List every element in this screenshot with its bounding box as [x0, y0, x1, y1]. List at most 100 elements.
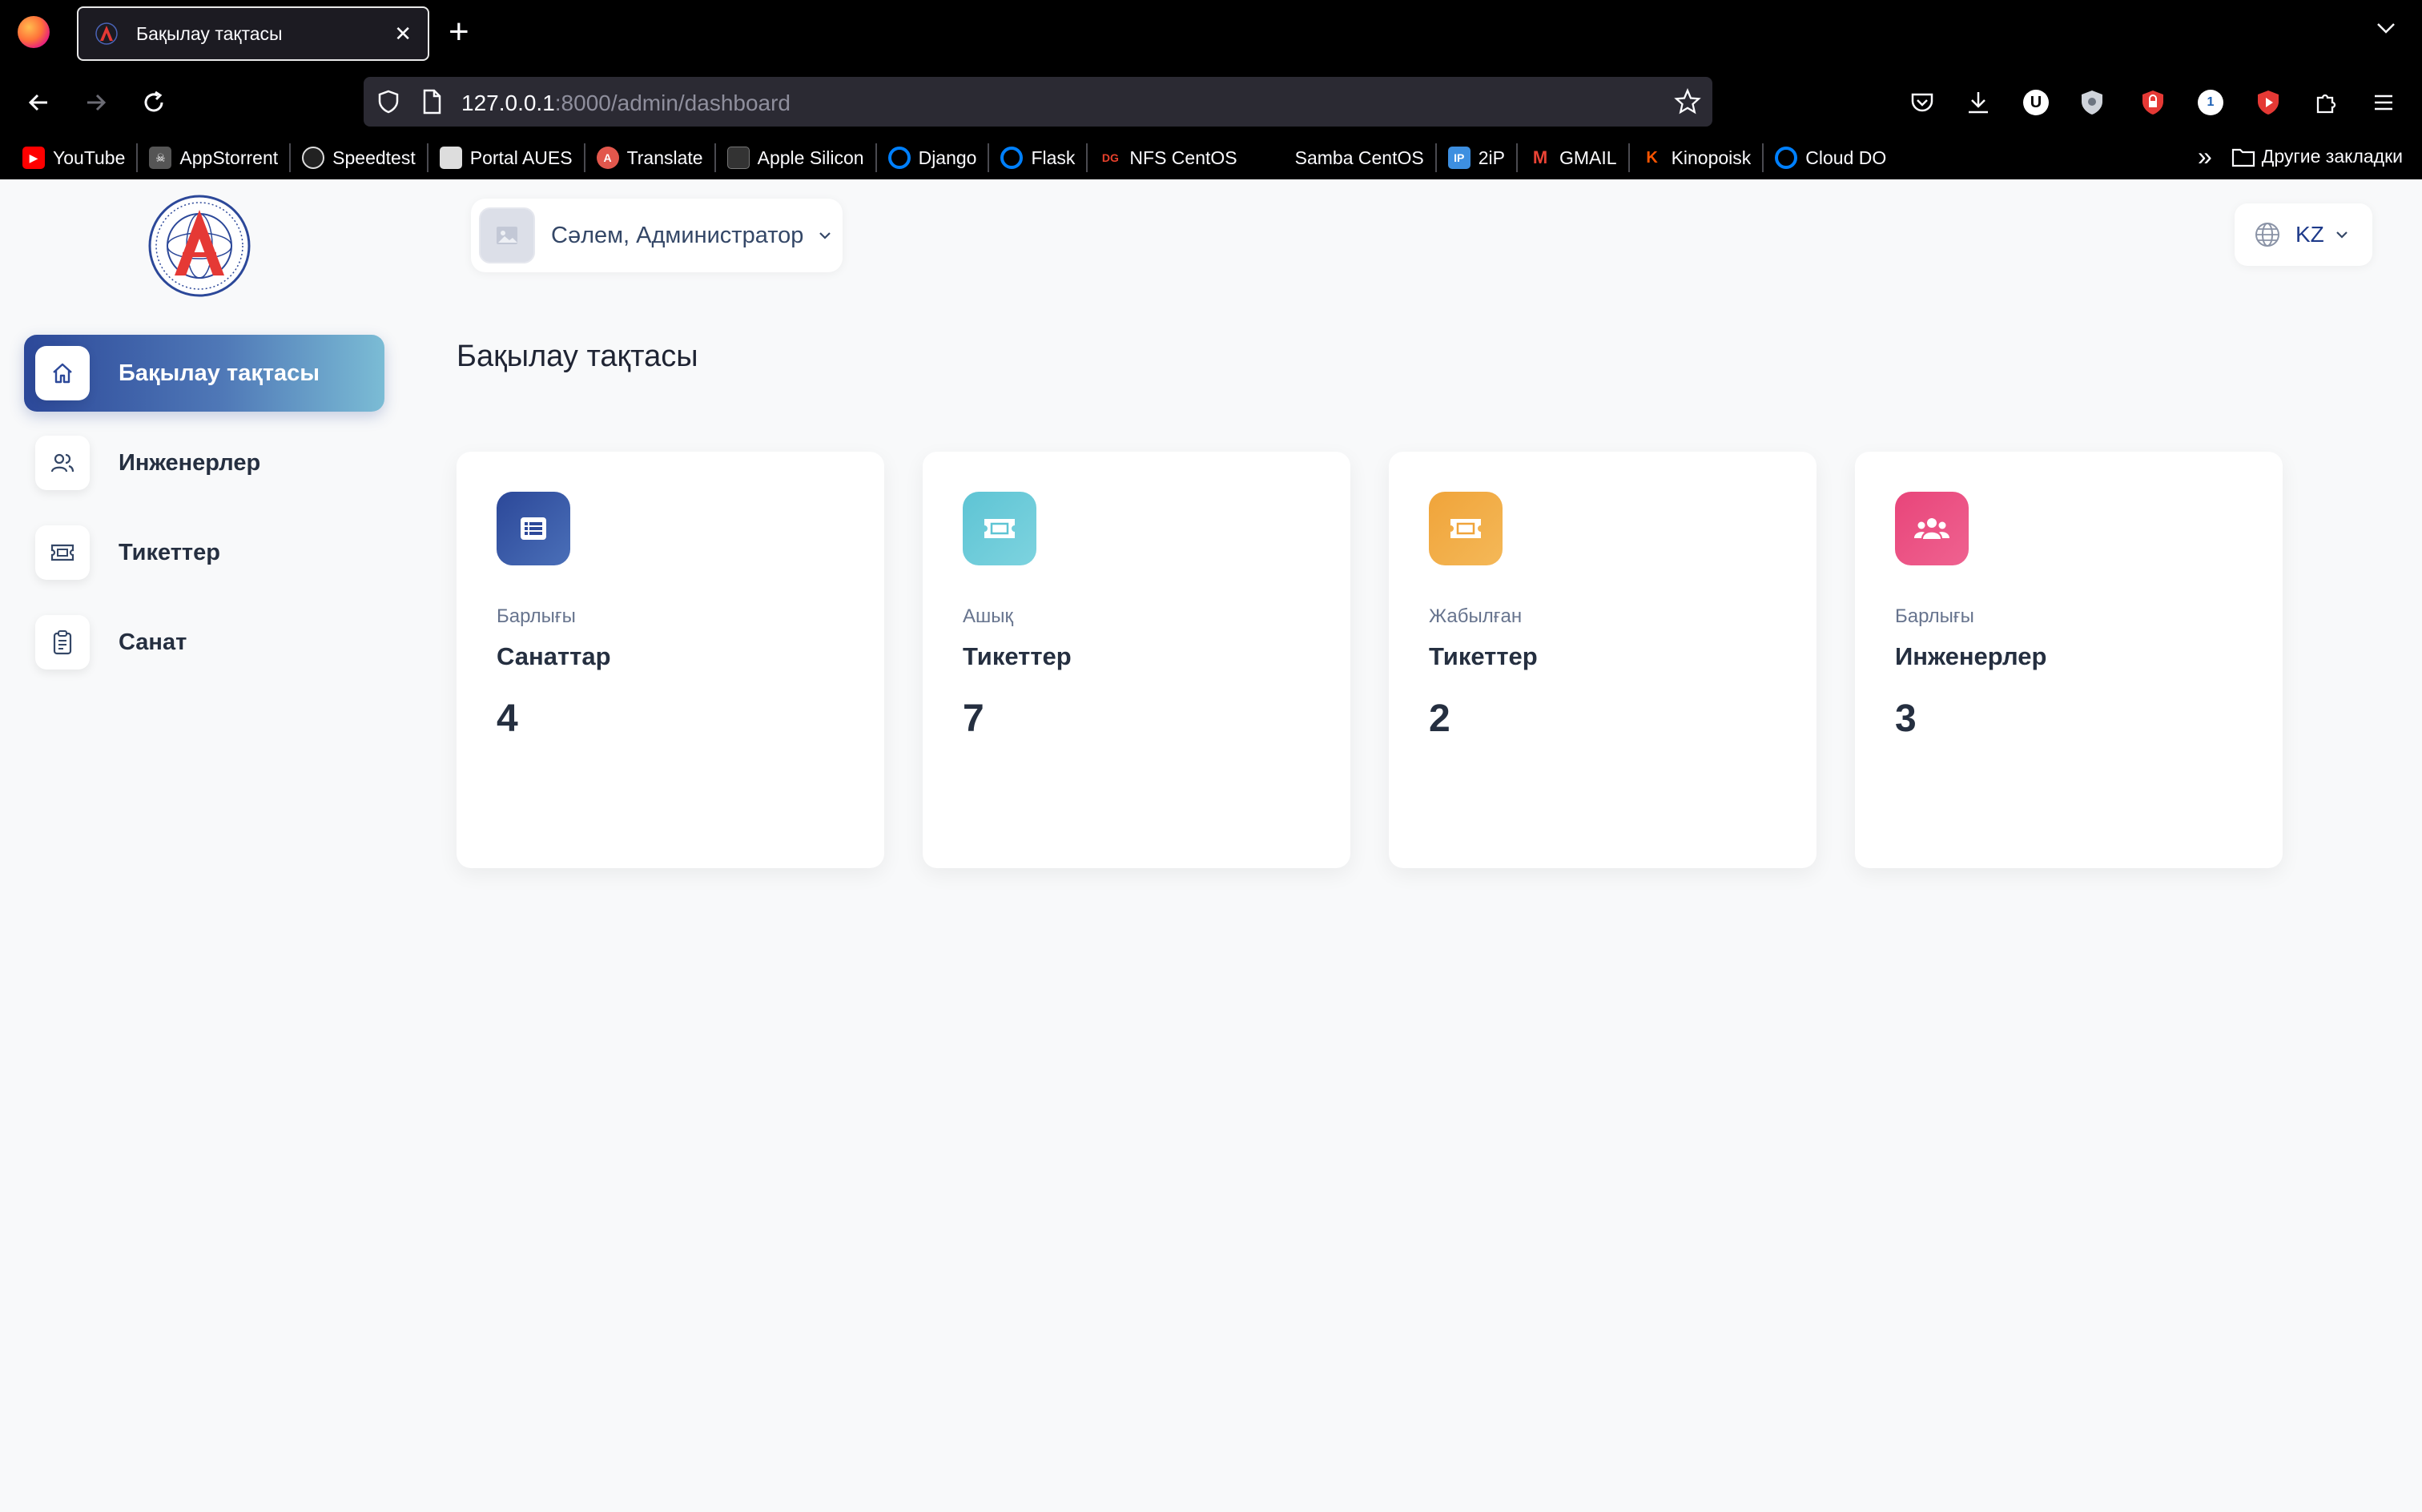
- browser-tab[interactable]: Бақылау тақтасы ✕: [77, 6, 429, 61]
- star-bookmark-icon[interactable]: [1674, 88, 1701, 115]
- bookmark-translate[interactable]: A Translate: [589, 142, 711, 174]
- stat-card-closed-tickets: Жабылған Тикеттер 2: [1389, 452, 1816, 868]
- vpn-extension[interactable]: 1: [2193, 85, 2228, 120]
- bookmark-label: NFS CentOS: [1129, 147, 1237, 168]
- bookmark-separator: [289, 143, 292, 172]
- sidebar-item-label: Инженерлер: [119, 449, 261, 476]
- chevrons-right-icon[interactable]: »: [2198, 142, 2212, 171]
- sidebar-item-tickets[interactable]: Тикеттер: [24, 514, 384, 591]
- language-selector[interactable]: KZ: [2235, 203, 2372, 266]
- bookmark-portal-aues[interactable]: Portal AUES: [432, 142, 581, 174]
- bookmark-separator: [1515, 143, 1518, 172]
- bookmark-speedtest[interactable]: Speedtest: [294, 142, 424, 174]
- bookmark-label: 2iP: [1478, 147, 1505, 168]
- arrow-right-icon: [87, 94, 107, 111]
- bookmark-flask[interactable]: Flask: [992, 142, 1083, 174]
- reload-icon: [144, 90, 163, 112]
- sidebar-item-dashboard[interactable]: Бақылау тақтасы: [24, 335, 384, 412]
- ip-icon: IP: [1447, 147, 1470, 169]
- stat-card-categories: Барлығы Санаттар 4: [457, 452, 884, 868]
- ticket-icon: [963, 492, 1036, 565]
- back-button[interactable]: [21, 85, 56, 120]
- speedometer-icon: [302, 147, 325, 169]
- user-greeting: Сәлем, Администратор: [551, 222, 804, 248]
- card-subtitle: Барлығы: [497, 605, 576, 627]
- blank-icon: [1265, 147, 1287, 169]
- page-icon[interactable]: [420, 88, 444, 115]
- users-group-icon: [1895, 492, 1969, 565]
- avatar: [479, 207, 535, 263]
- ublock-extension[interactable]: U: [2018, 85, 2054, 120]
- shield-icon[interactable]: [375, 88, 402, 115]
- privacy-extension[interactable]: [2074, 85, 2110, 120]
- ticket-icon: [1429, 492, 1503, 565]
- clipboard-icon: [35, 615, 90, 670]
- lock-extension[interactable]: [2135, 85, 2171, 120]
- stat-card-open-tickets: Ашық Тикеттер 7: [923, 452, 1350, 868]
- bookmark-label: Apple Silicon: [757, 147, 864, 168]
- bookmark-youtube[interactable]: ▶ YouTube: [14, 142, 133, 174]
- other-bookmarks[interactable]: » Другие закладки: [2198, 142, 2403, 171]
- chevron-down-icon: [2336, 231, 2348, 239]
- bookmark-label: Translate: [626, 147, 703, 168]
- bookmark-label: Kinopoisk: [1671, 147, 1752, 168]
- puzzle-icon: [2316, 94, 2336, 114]
- bookmark-apple-silicon[interactable]: Apple Silicon: [719, 142, 872, 174]
- bookmark-separator: [1627, 143, 1630, 172]
- url-host: 127.0.0.1: [461, 90, 555, 115]
- user-menu-dropdown[interactable]: Сәлем, Администратор: [471, 199, 843, 272]
- extensions-button[interactable]: [2308, 85, 2344, 120]
- sidebar-item-engineers[interactable]: Инженерлер: [24, 424, 384, 501]
- bookmark-2ip[interactable]: IP 2iP: [1440, 142, 1513, 174]
- stat-card-engineers: Барлығы Инженерлер 3: [1855, 452, 2283, 868]
- pocket-button[interactable]: [1905, 85, 1940, 120]
- bookmark-label: Portal AUES: [469, 147, 573, 168]
- tab-close-icon[interactable]: ✕: [394, 22, 412, 46]
- red-shield-lock-icon: [2142, 90, 2163, 115]
- bookmark-label: Samba CentOS: [1294, 147, 1424, 168]
- cloud-icon: [887, 147, 911, 169]
- url-text[interactable]: 127.0.0.1:8000/admin/dashboard: [461, 90, 791, 116]
- firefox-logo-icon[interactable]: [18, 16, 50, 48]
- portal-icon: [439, 147, 462, 169]
- card-subtitle: Жабылған: [1429, 605, 1523, 627]
- bookmark-gmail[interactable]: M GMAIL: [1521, 142, 1625, 174]
- reload-button[interactable]: [136, 85, 171, 120]
- bookmarks-toolbar: ▶ YouTube ☠ AppStorrent Speedtest Portal A…: [0, 136, 2422, 179]
- sidebar-item-label: Бақылау тақтасы: [119, 360, 320, 386]
- bookmark-label: Django: [918, 147, 977, 168]
- sidebar-item-category[interactable]: Санат: [24, 604, 384, 681]
- video-extension[interactable]: [2251, 85, 2286, 120]
- home-icon: [35, 346, 90, 400]
- list-all-tabs-chevron-icon[interactable]: [2374, 16, 2398, 40]
- bookmark-cloud-do[interactable]: Cloud DO: [1767, 142, 1894, 174]
- forward-button[interactable]: [78, 85, 114, 120]
- card-title: Санаттар: [497, 642, 611, 670]
- skull-icon: ☠: [149, 147, 172, 169]
- url-bar[interactable]: 127.0.0.1:8000/admin/dashboard: [364, 77, 1712, 127]
- new-tab-button[interactable]: +: [449, 13, 469, 51]
- bookmark-separator: [583, 143, 585, 172]
- app-menu-button[interactable]: [2366, 85, 2401, 120]
- gmail-icon: M: [1532, 147, 1548, 167]
- downloads-button[interactable]: [1961, 85, 1996, 120]
- bookmark-separator: [136, 143, 139, 172]
- translate-icon: A: [596, 147, 619, 169]
- card-value: 4: [497, 698, 518, 740]
- chip-icon: [726, 147, 750, 169]
- bookmark-django[interactable]: Django: [880, 142, 985, 174]
- sidebar-item-label: Тикеттер: [119, 539, 220, 565]
- bookmark-nfs-centos[interactable]: DG NFS CentOS: [1091, 142, 1245, 174]
- bookmark-samba-centos[interactable]: Samba CentOS: [1257, 142, 1432, 174]
- card-value: 2: [1429, 698, 1450, 740]
- red-play-shield-icon: [2258, 90, 2279, 115]
- university-logo[interactable]: [146, 192, 253, 300]
- bookmark-kinopoisk[interactable]: K Kinopoisk: [1633, 142, 1760, 174]
- bookmark-appstorrent[interactable]: ☠ AppStorrent: [141, 142, 286, 174]
- list-icon: [497, 492, 570, 565]
- card-title: Инженерлер: [1895, 642, 2047, 670]
- card-subtitle: Барлығы: [1895, 605, 1974, 627]
- avatar-placeholder-icon: [497, 227, 517, 244]
- pocket-icon: [1911, 93, 1933, 112]
- bookmark-label: Speedtest: [332, 147, 416, 168]
